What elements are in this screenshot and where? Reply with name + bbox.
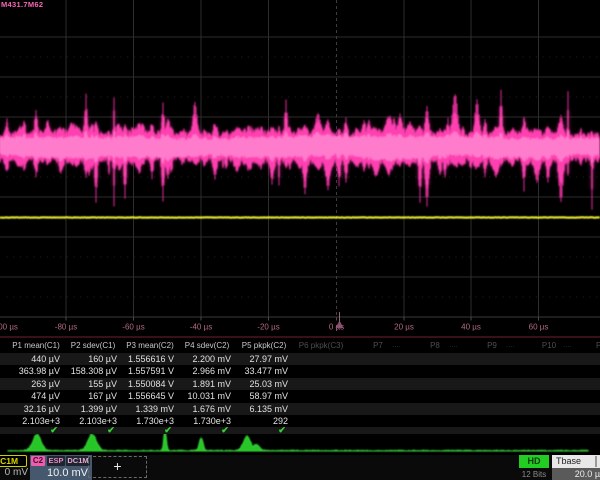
svg-text:60 µs: 60 µs bbox=[529, 323, 549, 332]
svg-text:-40 µs: -40 µs bbox=[190, 323, 212, 332]
svg-text:-20 µs: -20 µs bbox=[257, 323, 279, 332]
svg-text:20 µs: 20 µs bbox=[394, 323, 414, 332]
svg-text:-100 µs: -100 µs bbox=[0, 323, 18, 332]
svg-text:-60 µs: -60 µs bbox=[122, 323, 144, 332]
svg-text:-80 µs: -80 µs bbox=[55, 323, 77, 332]
svg-text:40 µs: 40 µs bbox=[461, 323, 481, 332]
